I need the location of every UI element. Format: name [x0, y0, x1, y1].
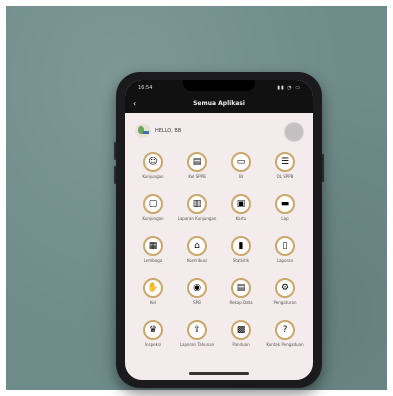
app-label: Kunjungan	[142, 174, 164, 179]
user-name: HELLO, BB	[155, 128, 182, 134]
app-tile[interactable]: ☺ Kunjungan	[131, 150, 175, 188]
app-tile[interactable]: ▤ Kel SPPB	[175, 150, 219, 188]
help-icon: ?	[275, 320, 295, 340]
app-glyph: ◉	[193, 283, 201, 293]
app-glyph: ♛	[148, 325, 158, 335]
hand-icon: ✋	[143, 278, 163, 298]
coins-icon: ◉	[187, 278, 207, 298]
app-label: OL SPPB	[276, 174, 294, 179]
app-tile[interactable]: ⚙ Pengaturan	[263, 276, 307, 314]
app-tile[interactable]: ▭ BI	[219, 150, 263, 188]
app-tile[interactable]: ⌂ Kontribusi	[175, 234, 219, 272]
files-icon: ▤	[231, 278, 251, 298]
person-icon: ☺	[143, 152, 163, 172]
book-icon: ▥	[187, 194, 207, 214]
app-glyph: ⚙	[280, 283, 290, 293]
app-label: Lembaga	[143, 258, 163, 263]
volume-button	[114, 142, 116, 160]
app-glyph: ▢	[148, 199, 158, 209]
app-label: Kontribusi	[187, 258, 207, 263]
app-label: Kunjungan	[142, 216, 164, 221]
home-indicator	[189, 372, 249, 375]
app-glyph: ▩	[236, 325, 246, 335]
status-time: 16:54	[138, 85, 153, 91]
phone-screen: 16:54 ▮▮ ◔ ▭ ‹ Semua Aplikasi HELLO, BB …	[125, 80, 313, 380]
document-icon: ▯	[275, 236, 295, 256]
app-label: Inspeksi	[144, 342, 162, 347]
app-glyph: ✋	[147, 283, 159, 293]
logo-bar	[143, 131, 149, 134]
app-label: Lap	[281, 216, 289, 221]
app-label: Laporan Tahunan	[179, 342, 215, 347]
app-glyph: ⌂	[194, 241, 200, 251]
app-tile[interactable]: ☰ OL SPPB	[263, 150, 307, 188]
folder-icon: ▭	[231, 152, 251, 172]
app-label: Kel SPPB	[188, 174, 206, 179]
app-label: Laporan Kunjungan	[177, 216, 217, 221]
app-label: SPB	[193, 300, 201, 305]
app-label: Panduan	[232, 342, 250, 347]
stack-icon: ☰	[275, 152, 295, 172]
upload-icon: ⇪	[187, 320, 207, 340]
app-label: Kel	[150, 300, 156, 305]
app-label: Statistik	[232, 258, 250, 263]
app-tile[interactable]: ▩ Panduan	[219, 318, 263, 356]
app-glyph: ▦	[148, 241, 158, 251]
status-indicators: ▮▮ ◔ ▭	[277, 85, 301, 91]
app-label: Rekap Data	[229, 300, 253, 305]
app-glyph: ▥	[192, 199, 202, 209]
volume-button	[114, 166, 116, 184]
notch	[183, 80, 255, 91]
app-glyph: ☺	[148, 157, 158, 167]
laptop-icon: ▬	[275, 194, 295, 214]
app-glyph: ?	[282, 325, 288, 335]
app-grid: ☺ Kunjungan ▤ Kel SPPB ▭ BI ☰ OL SPPB ▢ Kunjungan…	[131, 150, 307, 356]
avatar-icon[interactable]	[284, 122, 304, 142]
card-icon: ▣	[231, 194, 251, 214]
app-tile[interactable]: ▤ Rekap Data	[219, 276, 263, 314]
app-label: Kartu	[235, 216, 247, 221]
app-header: ‹ Semua Aplikasi	[125, 96, 313, 113]
building-icon: ▦	[143, 236, 163, 256]
app-tile[interactable]: ▯ Laporan	[263, 234, 307, 272]
app-glyph: ▭	[236, 157, 246, 167]
app-label: Pengaturan	[273, 300, 297, 305]
gear-icon: ⚙	[275, 278, 295, 298]
box-icon: ▩	[231, 320, 251, 340]
app-tile[interactable]: ♛ Inspeksi	[131, 318, 175, 356]
app-glyph: ▯	[282, 241, 288, 251]
app-tile[interactable]: ✋ Kel	[131, 276, 175, 314]
app-glyph: ▤	[236, 283, 246, 293]
photo-background: 16:54 ▮▮ ◔ ▭ ‹ Semua Aplikasi HELLO, BB …	[6, 6, 387, 390]
app-logo-icon	[135, 124, 151, 138]
bank-icon: ⌂	[187, 236, 207, 256]
trophy-icon: ♛	[143, 320, 163, 340]
app-glyph: ▬	[280, 199, 290, 209]
app-tile[interactable]: ◉ SPB	[175, 276, 219, 314]
chart-icon: ▮	[231, 236, 251, 256]
monitor-icon: ▢	[143, 194, 163, 214]
phone-device: 16:54 ▮▮ ◔ ▭ ‹ Semua Aplikasi HELLO, BB …	[114, 72, 324, 388]
app-glyph: ▤	[192, 157, 202, 167]
app-label: BI	[239, 174, 243, 179]
app-tile[interactable]: ⇪ Laporan Tahunan	[175, 318, 219, 356]
app-glyph: ▣	[236, 199, 246, 209]
app-tile[interactable]: ▥ Laporan Kunjungan	[175, 192, 219, 230]
user-row: HELLO, BB	[125, 118, 313, 144]
books-icon: ▤	[187, 152, 207, 172]
page-title: Semua Aplikasi	[193, 100, 245, 107]
app-tile[interactable]: ▮ Statistik	[219, 234, 263, 272]
app-label: Kontak Pengaduan	[266, 342, 304, 347]
app-glyph: ⇪	[193, 325, 201, 335]
app-tile[interactable]: ▢ Kunjungan	[131, 192, 175, 230]
app-tile[interactable]: ▬ Lap	[263, 192, 307, 230]
power-button	[322, 154, 324, 182]
app-glyph: ☰	[280, 157, 290, 167]
app-glyph: ▮	[238, 241, 244, 251]
app-tile[interactable]: ▦ Lembaga	[131, 234, 175, 272]
app-tile[interactable]: ▣ Kartu	[219, 192, 263, 230]
app-label: Laporan	[276, 258, 294, 263]
app-tile[interactable]: ? Kontak Pengaduan	[263, 318, 307, 356]
